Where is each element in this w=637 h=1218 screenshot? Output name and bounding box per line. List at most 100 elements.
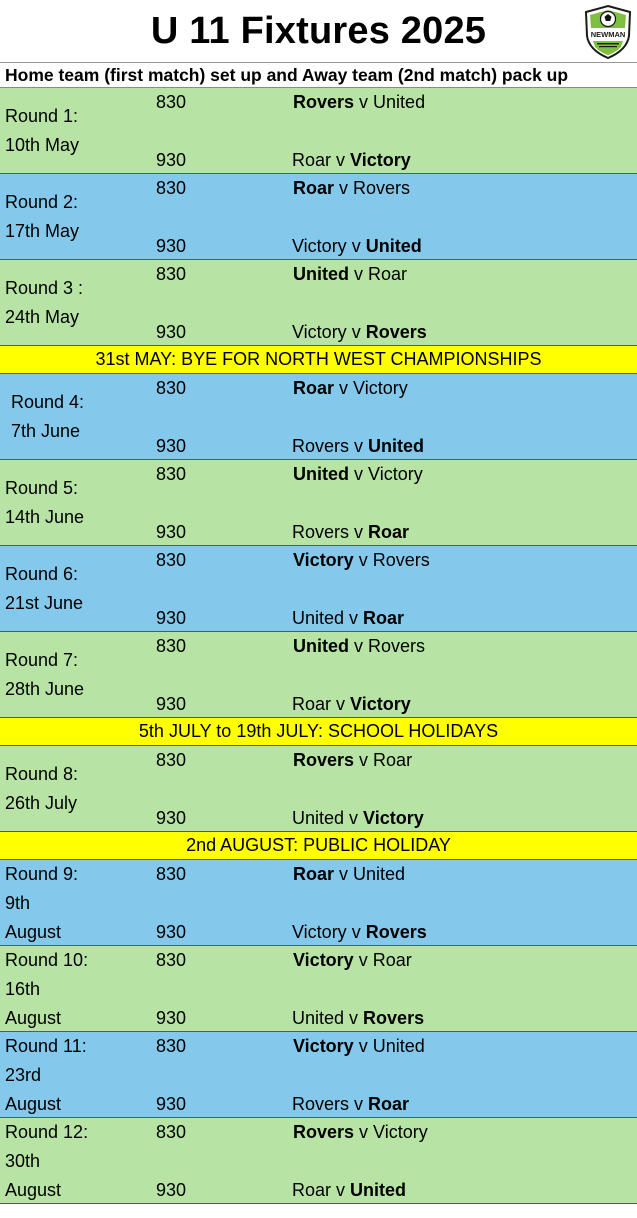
round-date: 7th June <box>11 421 81 441</box>
first-match: Victory v United <box>293 1036 425 1057</box>
away-team: Rovers <box>368 636 426 656</box>
away-team: Victory <box>350 694 411 714</box>
away-team: Roar <box>372 950 412 970</box>
second-match-time: 930 <box>156 522 187 542</box>
round-date: 24th May <box>5 307 80 327</box>
away-team: United <box>350 1180 407 1200</box>
home-team: Victory <box>293 550 354 570</box>
away-team: Victory <box>363 808 424 828</box>
second-match: Rovers v United <box>292 436 424 457</box>
round-label: Round 5: <box>5 478 79 498</box>
first-match: Victory v Roar <box>293 950 412 971</box>
first-match-time: 830 <box>156 750 187 770</box>
versus: v <box>346 922 366 942</box>
away-team: Rovers <box>365 322 427 342</box>
title-row: U 11 Fixtures 2025 NEWMAN <box>0 0 637 63</box>
round-row: Round 4: 7th June 830 930 Roar v Victory Rove… <box>0 374 637 460</box>
round-date: 10th May <box>5 135 80 155</box>
second-match: Rovers v Roar <box>292 522 409 543</box>
bye-notice: 5th JULY to 19th JULY: SCHOOL HOLIDAYS <box>0 718 637 746</box>
first-match: Victory v Rovers <box>293 550 430 571</box>
away-team: Victory <box>373 1122 428 1142</box>
second-match: United v Rovers <box>292 1008 424 1029</box>
versus: v <box>344 1008 364 1028</box>
round-row: Round 10: 16th August 830 930 Victory v Roar U… <box>0 946 637 1032</box>
second-match: Roar v Victory <box>292 150 411 171</box>
round-label: Round 9: <box>5 864 79 884</box>
home-team: United <box>292 1008 345 1028</box>
away-team: Roar <box>363 608 405 628</box>
away-team: United <box>353 864 406 884</box>
bye-text: 5th JULY to 19th JULY: SCHOOL HOLIDAYS <box>138 721 499 741</box>
round-row: Round 7: 28th June 830 930 United v Rovers Ro… <box>0 632 637 718</box>
versus: v <box>353 550 373 570</box>
versus: v <box>354 750 374 770</box>
versus: v <box>346 236 366 256</box>
first-match: Roar v Victory <box>293 378 408 399</box>
first-match-time: 830 <box>156 92 187 112</box>
club-logo-shield-icon: NEWMAN <box>584 4 632 60</box>
away-team: United <box>365 236 422 256</box>
second-match-time: 930 <box>156 150 187 170</box>
versus: v <box>353 1036 373 1056</box>
round-row: Round 9: 9th August 830 930 Roar v United Vict… <box>0 860 637 946</box>
bye-text: 31st MAY: BYE FOR NORTH WEST CHAMPIONSHI… <box>95 349 542 369</box>
home-team: Roar <box>292 150 332 170</box>
home-team: Roar <box>292 1180 332 1200</box>
round-date: 16th <box>5 979 41 999</box>
home-team: United <box>292 808 345 828</box>
round-date: 14th June <box>5 507 85 527</box>
round-row: Round 8: 26th July 830 930 Rovers v Roar Unit… <box>0 746 637 832</box>
second-match: Rovers v Roar <box>292 1094 409 1115</box>
first-match-time: 830 <box>156 464 187 484</box>
versus: v <box>344 808 364 828</box>
round-date: August <box>5 1094 62 1114</box>
subtitle-row: Home team (first match) set up and Away … <box>0 63 637 88</box>
round-row: Round 3 : 24th May 830 930 United v Roar Vict… <box>0 260 637 346</box>
away-team: Rovers <box>363 1008 425 1028</box>
second-match: Roar v Victory <box>292 694 411 715</box>
versus: v <box>354 1122 374 1142</box>
second-match-time: 930 <box>156 808 187 828</box>
fixtures-sheet: U 11 Fixtures 2025 NEWMAN Home team (fir… <box>0 0 637 1218</box>
versus: v <box>331 1180 351 1200</box>
first-match-time: 830 <box>156 550 187 570</box>
away-team: Victory <box>350 150 411 170</box>
fixture-rows: Round 1: 10th May 830 930 Rovers v United Roa… <box>0 88 637 1204</box>
versus: v <box>334 864 354 884</box>
second-match-time: 930 <box>156 1008 187 1028</box>
round-label: Round 3 : <box>5 278 84 298</box>
versus: v <box>331 694 351 714</box>
second-match-time: 930 <box>156 694 187 714</box>
home-team: Rovers <box>292 1094 350 1114</box>
away-team: Roar <box>368 264 408 284</box>
round-row: Round 12: 30th August 830 930 Rovers v Victor… <box>0 1118 637 1204</box>
first-match-time: 830 <box>156 178 187 198</box>
versus: v <box>346 322 366 342</box>
bye-text: 2nd AUGUST: PUBLIC HOLIDAY <box>186 835 451 855</box>
second-match-time: 930 <box>156 436 187 456</box>
versus: v <box>334 178 354 198</box>
versus: v <box>353 950 373 970</box>
round-label: Round 2: <box>5 192 79 212</box>
home-team: Roar <box>293 864 335 884</box>
round-date: 9th <box>5 893 31 913</box>
first-match: United v Roar <box>293 264 407 285</box>
first-match-time: 830 <box>156 950 187 970</box>
round-date: 23rd <box>5 1065 42 1085</box>
logo-text: NEWMAN <box>591 30 626 39</box>
first-match: Roar v United <box>293 864 405 885</box>
away-team: Rovers <box>372 550 430 570</box>
bye-notice: 2nd AUGUST: PUBLIC HOLIDAY <box>0 832 637 860</box>
round-date: 26th July <box>5 793 78 813</box>
away-team: United <box>372 1036 425 1056</box>
second-match-time: 930 <box>156 1094 187 1114</box>
first-match: Roar v Rovers <box>293 178 410 199</box>
round-date: August <box>5 922 62 942</box>
versus: v <box>334 378 354 398</box>
round-label: Round 12: <box>5 1122 89 1142</box>
page-title: U 11 Fixtures 2025 <box>150 9 487 52</box>
home-team: Rovers <box>292 436 350 456</box>
first-match: Rovers v United <box>293 92 425 113</box>
away-team: Roar <box>368 1094 410 1114</box>
